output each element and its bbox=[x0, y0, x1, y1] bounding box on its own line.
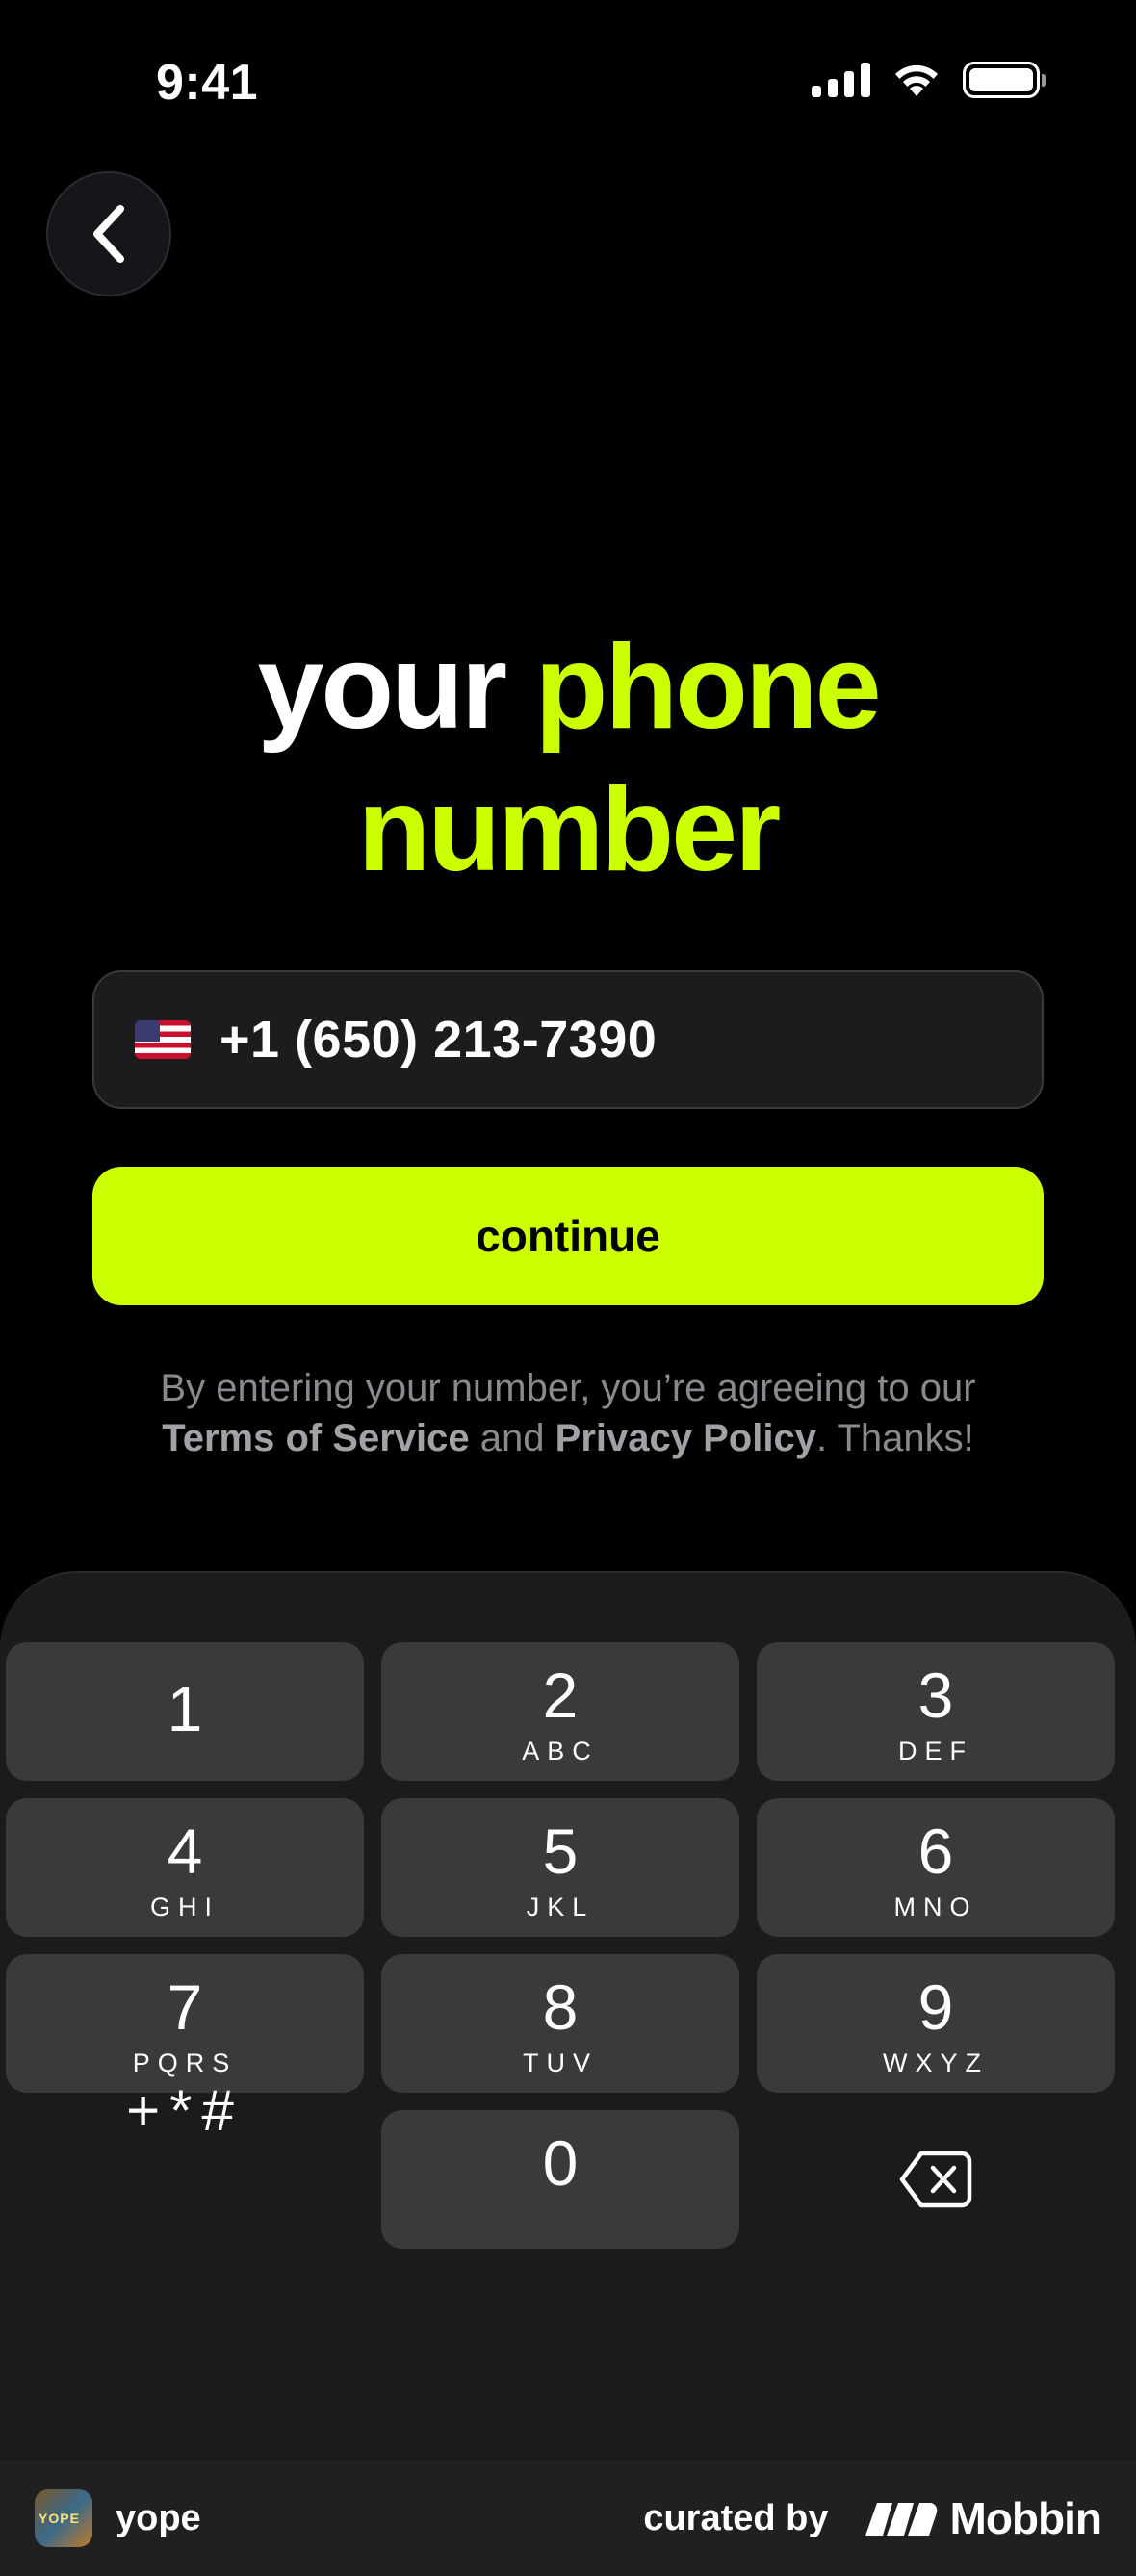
status-bar: 9:41 bbox=[0, 0, 1136, 168]
key-letters: TUV bbox=[523, 2048, 598, 2077]
app-name: yope bbox=[116, 2497, 201, 2538]
key-digit: 3 bbox=[917, 1660, 954, 1731]
back-button[interactable] bbox=[46, 171, 171, 296]
continue-button[interactable]: continue bbox=[92, 1167, 1044, 1305]
key-0[interactable]: 0 bbox=[381, 2110, 739, 2249]
key-letters: WXYZ bbox=[883, 2048, 989, 2077]
key-digit: 0 bbox=[542, 2127, 579, 2199]
cellular-signal-icon bbox=[812, 63, 870, 97]
key-digit: 9 bbox=[917, 1971, 954, 2043]
status-time: 9:41 bbox=[156, 55, 259, 111]
key-6[interactable]: 6 MNO bbox=[757, 1798, 1115, 1937]
key-5[interactable]: 5 JKL bbox=[381, 1798, 739, 1937]
page-title: your phone number bbox=[0, 616, 1136, 901]
key-digit: 5 bbox=[542, 1816, 579, 1887]
terms-suffix: . Thanks! bbox=[815, 1417, 974, 1459]
us-flag-icon[interactable] bbox=[135, 1020, 191, 1059]
key-8[interactable]: 8 TUV bbox=[381, 1954, 739, 2093]
terms-and: and bbox=[479, 1417, 545, 1459]
key-4[interactable]: 4 GHI bbox=[6, 1798, 364, 1937]
key-digit: 2 bbox=[542, 1660, 579, 1731]
mobbin-mark-icon bbox=[865, 2503, 937, 2536]
key-letters: JKL bbox=[526, 1893, 595, 1921]
key-digit: 7 bbox=[167, 1971, 203, 2043]
delete-key[interactable] bbox=[757, 2110, 1115, 2249]
terms-notice: By entering your number, you’re agreeing… bbox=[0, 1363, 1136, 1463]
phone-number-value: +1 (650) 213-7390 bbox=[219, 1011, 658, 1069]
key-digit: 1 bbox=[167, 1673, 203, 1744]
key-letters: GHI bbox=[149, 1893, 219, 1921]
terms-of-service-link[interactable]: Terms of Service bbox=[162, 1417, 469, 1459]
terms-prefix: By entering your number, you’re agreeing… bbox=[160, 1367, 976, 1409]
key-2[interactable]: 2 ABC bbox=[381, 1642, 739, 1781]
key-letters: DEF bbox=[898, 1737, 973, 1765]
title-word-phone: phone bbox=[534, 621, 882, 754]
mobbin-logo: Mobbin bbox=[864, 2492, 1102, 2544]
key-letters: MNO bbox=[893, 1893, 978, 1921]
key-digit: 8 bbox=[542, 1971, 579, 2043]
app-icon-label: YOPE bbox=[39, 2511, 80, 2526]
symbols-key[interactable]: +*# bbox=[6, 2041, 364, 2179]
curated-by-label: curated by bbox=[643, 2497, 829, 2538]
key-3[interactable]: 3 DEF bbox=[757, 1642, 1115, 1781]
mobbin-wordmark: Mobbin bbox=[949, 2493, 1102, 2543]
delete-backspace-icon bbox=[899, 2151, 972, 2208]
privacy-policy-link[interactable]: Privacy Policy bbox=[555, 1417, 816, 1459]
battery-icon bbox=[963, 62, 1046, 98]
key-digit: 6 bbox=[917, 1816, 954, 1887]
numeric-keypad: 1 2 ABC 3 DEF 4 GHI 5 JKL 6 MNO 7 PQRS 8… bbox=[0, 1571, 1136, 2460]
app-icon: YOPE bbox=[35, 2489, 92, 2547]
key-1[interactable]: 1 bbox=[6, 1642, 364, 1781]
footer-bar: YOPE yope curated by Mobbin bbox=[0, 2460, 1136, 2576]
title-word-number: number bbox=[357, 763, 782, 896]
key-9[interactable]: 9 WXYZ bbox=[757, 1954, 1115, 2093]
title-word-your: your bbox=[257, 621, 507, 754]
key-letters: ABC bbox=[522, 1737, 599, 1765]
status-icons bbox=[812, 62, 1046, 98]
key-digit: 4 bbox=[167, 1816, 203, 1887]
chevron-left-icon bbox=[93, 205, 124, 263]
wifi-icon bbox=[895, 64, 938, 96]
phone-number-input[interactable]: +1 (650) 213-7390 bbox=[92, 970, 1044, 1109]
